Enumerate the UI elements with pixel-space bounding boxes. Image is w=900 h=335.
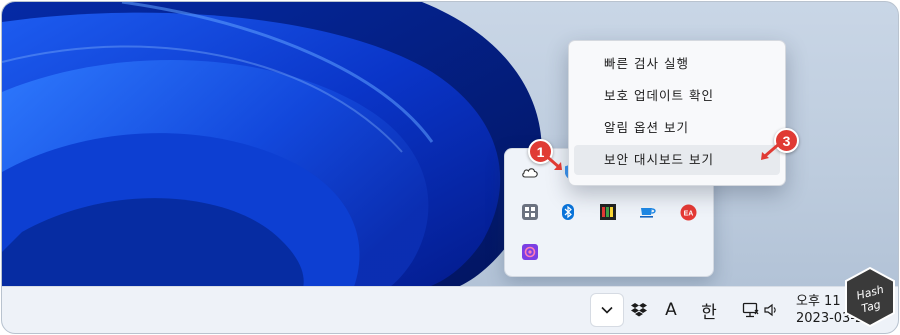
svg-text:EA: EA bbox=[683, 210, 693, 217]
app-grid-icon[interactable] bbox=[519, 201, 541, 223]
desktop-screenshot: EA 빠른 검사 실행 보호 업데이트 확인 알림 옵션 보기 보안 대시보드 … bbox=[1, 1, 899, 334]
input-mode-korean[interactable]: 한 bbox=[693, 294, 725, 326]
color-palette-app-icon[interactable] bbox=[597, 201, 619, 223]
menu-item-notification-options[interactable]: 알림 옵션 보기 bbox=[574, 113, 780, 143]
step-arrow-1-icon bbox=[542, 152, 562, 170]
onedrive-cloud-icon[interactable] bbox=[519, 161, 541, 183]
taskbar: A 한 오후 11 2023-03-27 bbox=[2, 286, 898, 333]
windows-security-context-menu: 빠른 검사 실행 보호 업데이트 확인 알림 옵션 보기 보안 대시보드 보기 bbox=[568, 40, 786, 186]
show-hidden-icons-button[interactable] bbox=[591, 294, 623, 326]
coffee-cup-icon[interactable] bbox=[637, 201, 659, 223]
bluetooth-icon[interactable] bbox=[557, 201, 579, 223]
hashtag-watermark-logo: Hash Tag bbox=[844, 266, 896, 328]
input-mode-english[interactable]: A bbox=[655, 294, 687, 326]
menu-item-quick-scan[interactable]: 빠른 검사 실행 bbox=[574, 49, 780, 79]
menu-item-security-dashboard[interactable]: 보안 대시보드 보기 bbox=[574, 145, 780, 175]
dropbox-icon[interactable] bbox=[623, 294, 655, 326]
speaker-icon[interactable] bbox=[755, 294, 787, 326]
step-arrow-3-icon bbox=[761, 142, 781, 160]
purple-app-icon[interactable] bbox=[519, 241, 541, 263]
chevron-down-icon bbox=[601, 306, 613, 314]
ea-app-icon[interactable]: EA bbox=[677, 201, 699, 223]
menu-item-check-protection-updates[interactable]: 보호 업데이트 확인 bbox=[574, 81, 780, 111]
